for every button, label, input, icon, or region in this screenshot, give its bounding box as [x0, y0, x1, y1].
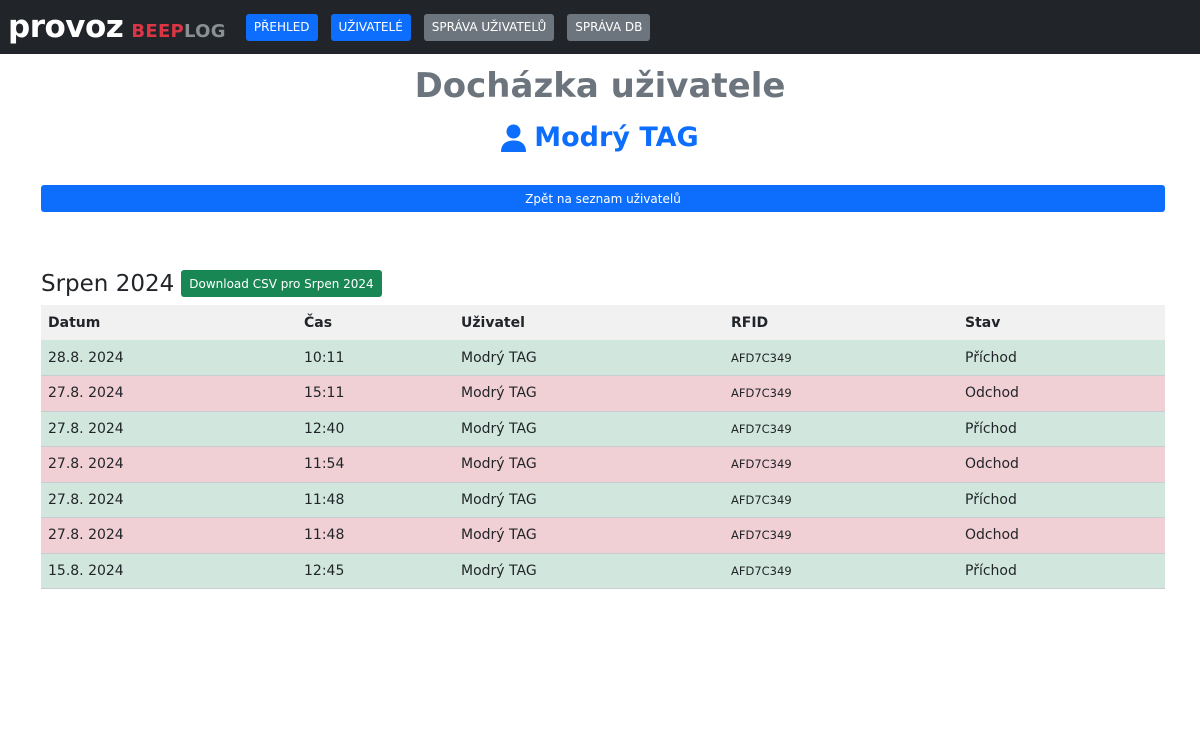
cell-time: 11:48 [297, 482, 454, 518]
table-row: 27.8. 2024 15:11 Modrý TAG AFD7C349 Odch… [41, 375, 1165, 412]
nav-users-button[interactable]: UŽIVATELÉ [330, 13, 411, 41]
table-header-row: Datum Čas Uživatel RFID Stav [41, 305, 1165, 340]
back-to-users-button[interactable]: Zpět na seznam uživatelů [41, 185, 1165, 212]
table-row: 27.8. 2024 11:48 Modrý TAG AFD7C349 Příc… [41, 482, 1165, 518]
cell-time: 11:48 [297, 517, 454, 554]
nav-overview-button[interactable]: PŘEHLED [245, 13, 318, 41]
cell-user: Modrý TAG [454, 375, 724, 412]
header-user: Uživatel [454, 305, 724, 340]
cell-rfid: AFD7C349 [724, 340, 958, 376]
attendance-table: Datum Čas Uživatel RFID Stav 28.8. 2024 … [41, 305, 1165, 589]
table-row: 28.8. 2024 10:11 Modrý TAG AFD7C349 Příc… [41, 340, 1165, 376]
cell-user: Modrý TAG [454, 553, 724, 589]
header-rfid: RFID [724, 305, 958, 340]
cell-status: Příchod [958, 482, 1165, 518]
cell-time: 12:45 [297, 553, 454, 589]
cell-time: 15:11 [297, 375, 454, 412]
download-csv-button[interactable]: Download CSV pro Srpen 2024 [181, 270, 382, 297]
user-icon [501, 124, 527, 152]
table-row: 15.8. 2024 12:45 Modrý TAG AFD7C349 Příc… [41, 553, 1165, 589]
cell-date: 15.8. 2024 [41, 553, 297, 589]
nav-user-management-button[interactable]: SPRÁVA UŽIVATELŮ [423, 13, 555, 41]
cell-date: 27.8. 2024 [41, 411, 297, 447]
brand-logo[interactable]: provoz BEEPLOG [8, 9, 226, 45]
brand-sub-text: BEEPLOG [131, 21, 226, 42]
header-date: Datum [41, 305, 297, 340]
user-name: Modrý TAG [534, 122, 699, 153]
cell-status: Příchod [958, 411, 1165, 447]
cell-status: Příchod [958, 553, 1165, 589]
cell-time: 10:11 [297, 340, 454, 376]
cell-rfid: AFD7C349 [724, 411, 958, 447]
cell-date: 27.8. 2024 [41, 375, 297, 412]
user-heading: Modrý TAG [0, 122, 1200, 153]
cell-rfid: AFD7C349 [724, 375, 958, 412]
header-time: Čas [297, 305, 454, 340]
cell-date: 27.8. 2024 [41, 482, 297, 518]
cell-rfid: AFD7C349 [724, 517, 958, 554]
cell-rfid: AFD7C349 [724, 446, 958, 483]
cell-status: Odchod [958, 446, 1165, 483]
table-row: 27.8. 2024 12:40 Modrý TAG AFD7C349 Příc… [41, 411, 1165, 447]
cell-user: Modrý TAG [454, 340, 724, 376]
cell-date: 28.8. 2024 [41, 340, 297, 376]
table-row: 27.8. 2024 11:54 Modrý TAG AFD7C349 Odch… [41, 446, 1165, 483]
month-section-header: Srpen 2024 Download CSV pro Srpen 2024 [41, 270, 382, 297]
cell-user: Modrý TAG [454, 517, 724, 554]
month-title: Srpen 2024 [41, 270, 175, 297]
brand-beep-text: BEEP [131, 21, 185, 42]
cell-rfid: AFD7C349 [724, 553, 958, 589]
nav-db-management-button[interactable]: SPRÁVA DB [567, 13, 651, 41]
cell-date: 27.8. 2024 [41, 446, 297, 483]
cell-user: Modrý TAG [454, 411, 724, 447]
header-status: Stav [958, 305, 1165, 340]
cell-status: Odchod [958, 517, 1165, 554]
table-row: 27.8. 2024 11:48 Modrý TAG AFD7C349 Odch… [41, 517, 1165, 554]
cell-time: 12:40 [297, 411, 454, 447]
cell-user: Modrý TAG [454, 482, 724, 518]
page-title: Docházka uživatele [414, 66, 786, 106]
cell-time: 11:54 [297, 446, 454, 483]
navbar: provoz BEEPLOG PŘEHLED UŽIVATELÉ SPRÁVA … [0, 0, 1200, 54]
cell-rfid: AFD7C349 [724, 482, 958, 518]
brand-main-text: provoz [8, 9, 124, 45]
cell-date: 27.8. 2024 [41, 517, 297, 554]
brand-log-text: LOG [184, 21, 226, 42]
cell-user: Modrý TAG [454, 446, 724, 483]
cell-status: Příchod [958, 340, 1165, 376]
cell-status: Odchod [958, 375, 1165, 412]
